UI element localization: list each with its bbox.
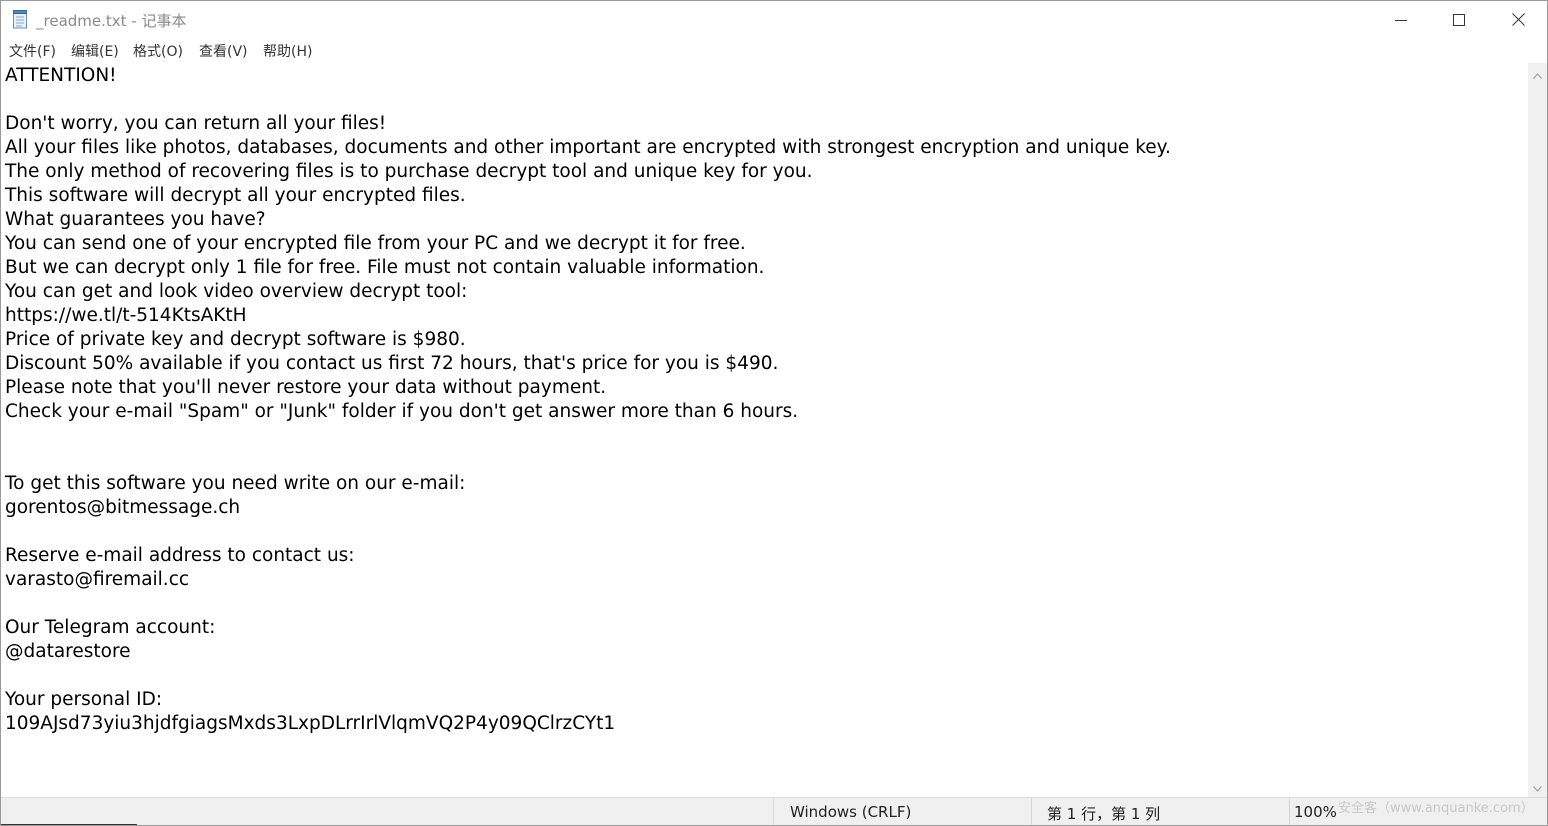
text-line: All your files like photos, databases, d… [5, 137, 1171, 158]
text-line: Don't worry, you can return all your fil… [5, 113, 387, 134]
menu-edit[interactable]: 编辑(E) [71, 41, 119, 61]
text-line [5, 448, 1171, 472]
text-line [5, 88, 1171, 112]
status-bar: Windows (CRLF) 第 1 行，第 1 列 100% [1, 797, 1547, 825]
status-divider [1031, 798, 1032, 825]
notepad-window: _readme.txt - 记事本 文件(F) 编辑(E) 格式(O) 查看(V… [0, 0, 1548, 826]
scroll-down-button[interactable] [1528, 778, 1547, 795]
close-icon [1511, 13, 1525, 26]
document-text[interactable]: ATTENTION! Don't worry, you can return a… [5, 64, 1171, 736]
text-line: 109AJsd73yiu3hjdfgiagsMxds3LxpDLrrIrlVlq… [5, 713, 616, 734]
menu-view[interactable]: 查看(V) [199, 41, 248, 61]
text-line: The only method of recovering files is t… [5, 161, 813, 182]
minimize-button[interactable] [1372, 1, 1430, 38]
text-line: Our Telegram account: [5, 617, 216, 638]
text-line [5, 520, 1171, 544]
text-line: To get this software you need write on o… [5, 473, 466, 494]
vertical-scrollbar[interactable] [1528, 63, 1547, 797]
text-line: varasto@firemail.cc [5, 569, 190, 590]
text-line [5, 664, 1171, 688]
watermark-text: 安全客（www.anquanke.com） [1338, 801, 1534, 816]
scroll-up-button[interactable] [1528, 65, 1547, 82]
menu-format[interactable]: 格式(O) [133, 41, 183, 61]
zoom-level: 100% [1294, 803, 1337, 821]
menu-help[interactable]: 帮助(H) [263, 41, 312, 61]
text-line: ATTENTION! [5, 65, 117, 86]
text-line: @datarestore [5, 641, 131, 662]
menu-bar: 文件(F) 编辑(E) 格式(O) 查看(V) 帮助(H) [1, 38, 1547, 64]
chevron-down-icon [1533, 777, 1542, 796]
text-line [5, 424, 1171, 448]
text-editor[interactable]: ATTENTION! Don't worry, you can return a… [1, 63, 1528, 797]
text-line: Check your e-mail "Spam" or "Junk" folde… [5, 401, 799, 422]
status-divider [773, 798, 774, 825]
status-divider [1289, 798, 1290, 825]
cursor-position: 第 1 行，第 1 列 [1047, 805, 1161, 823]
maximize-button[interactable] [1430, 1, 1488, 38]
minimize-icon [1395, 14, 1407, 26]
close-button[interactable] [1489, 1, 1547, 38]
maximize-icon [1453, 13, 1465, 26]
text-line: https://we.tl/t-514KtsAKtH [5, 305, 247, 326]
text-line: What guarantees you have? [5, 209, 266, 230]
text-line: Price of private key and decrypt softwar… [5, 329, 466, 350]
text-line: You can send one of your encrypted file … [5, 233, 746, 254]
text-line: Please note that you'll never restore yo… [5, 377, 607, 398]
text-line: Discount 50% available if you contact us… [5, 353, 779, 374]
text-line: But we can decrypt only 1 file for free.… [5, 257, 765, 278]
text-line: This software will decrypt all your encr… [5, 185, 466, 206]
text-line: Your personal ID: [5, 689, 163, 710]
window-title: _readme.txt - 记事本 [36, 12, 187, 30]
menu-file[interactable]: 文件(F) [9, 41, 56, 61]
text-line [5, 592, 1171, 616]
line-ending-indicator: Windows (CRLF) [790, 803, 912, 821]
text-line: You can get and look video overview decr… [5, 281, 468, 302]
title-bar[interactable]: _readme.txt - 记事本 [1, 1, 1547, 38]
text-line: Reserve e-mail address to contact us: [5, 545, 355, 566]
notepad-icon [12, 10, 29, 29]
text-line: gorentos@bitmessage.ch [5, 497, 241, 518]
chevron-up-icon [1533, 64, 1542, 83]
